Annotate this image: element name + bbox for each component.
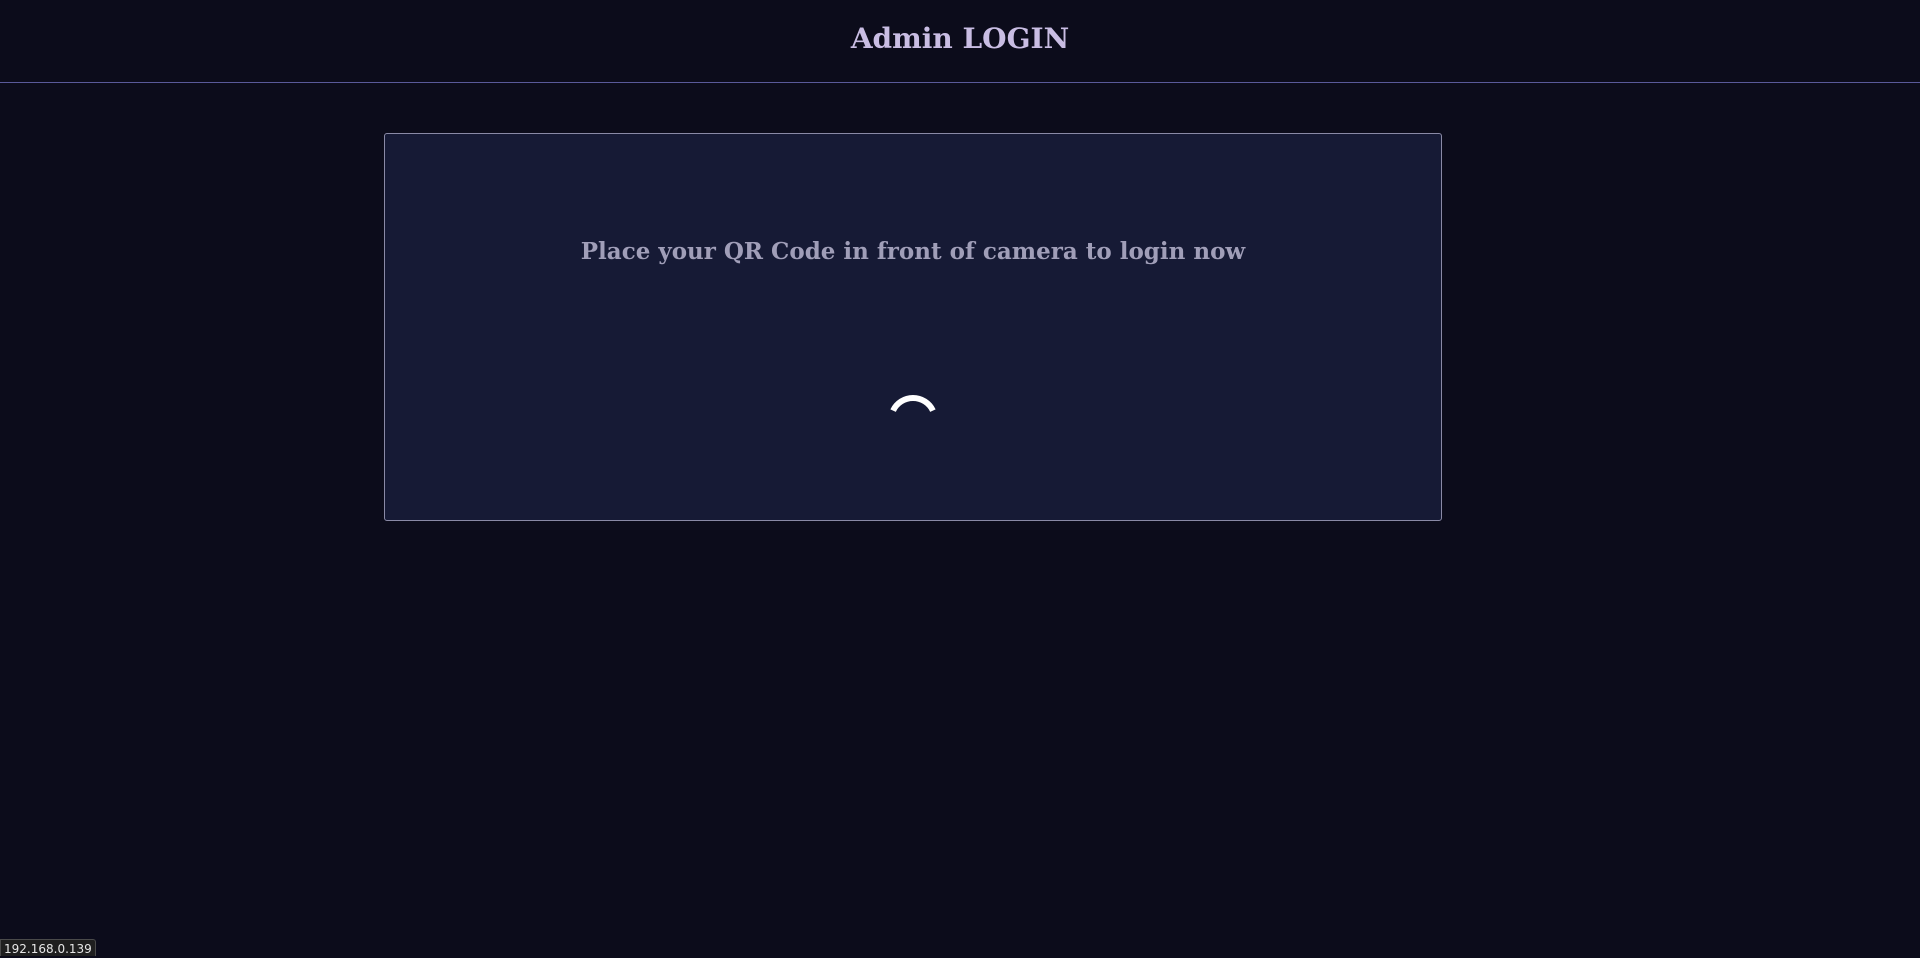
loading-spinner-icon — [890, 395, 936, 413]
qr-login-panel: Place your QR Code in front of camera to… — [384, 133, 1442, 521]
status-bar-url: 192.168.0.139 — [0, 939, 96, 956]
qr-instruction-text: Place your QR Code in front of camera to… — [580, 238, 1246, 265]
page-header: Admin LOGIN — [0, 0, 1920, 83]
page-title: Admin LOGIN — [850, 22, 1070, 55]
